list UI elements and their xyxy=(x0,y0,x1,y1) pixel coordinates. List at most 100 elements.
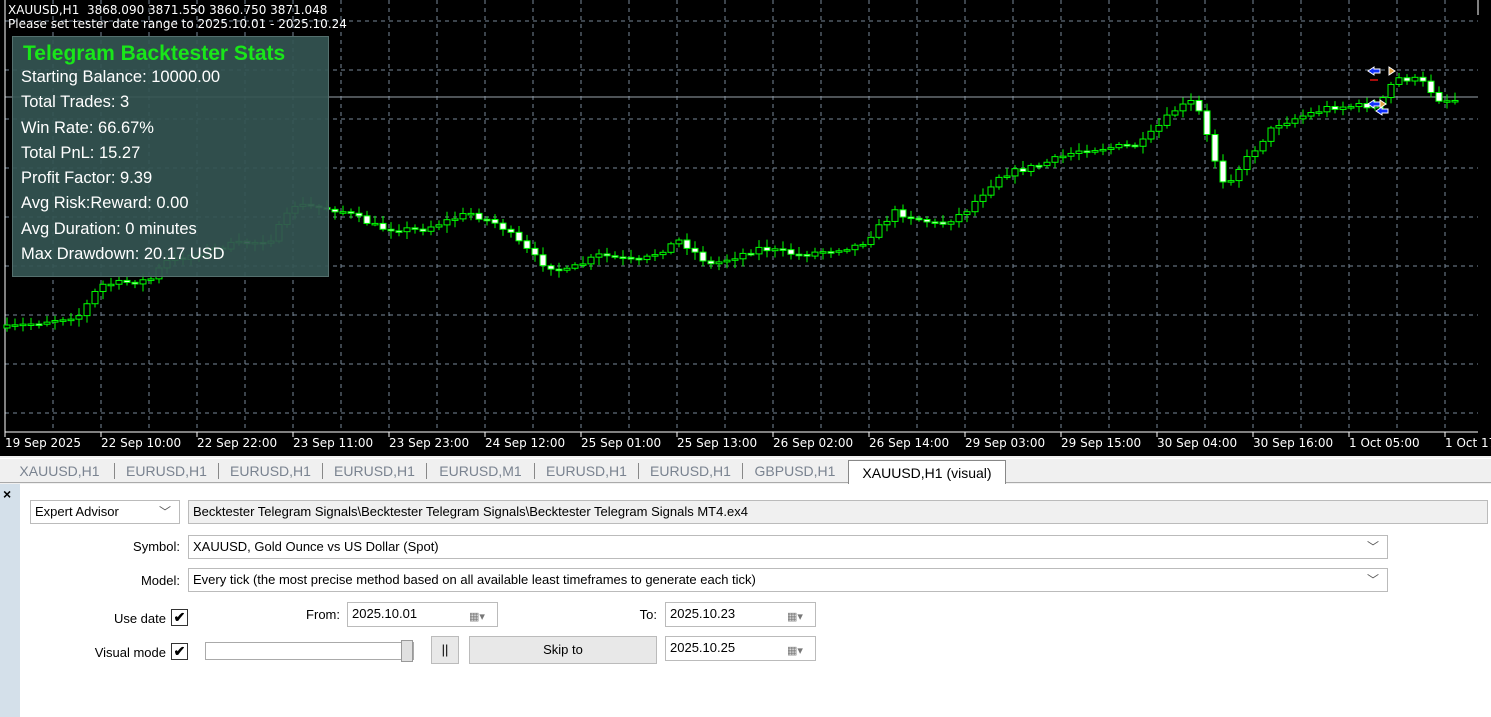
pause-button[interactable]: || xyxy=(431,636,459,664)
candle-body xyxy=(795,253,803,257)
candle-body xyxy=(1387,83,1395,99)
use-date-label: Use date xyxy=(113,611,166,626)
candle-body xyxy=(1259,140,1267,152)
candle-body xyxy=(1315,111,1323,114)
candle-body xyxy=(379,222,387,230)
chart-tabs: XAUUSD,H1 EURUSD,H1 EURUSD,H1 EURUSD,H1 … xyxy=(0,458,1491,484)
calendar-icon[interactable]: ▦▾ xyxy=(469,606,491,623)
candle-body xyxy=(1411,76,1419,82)
tab-eurusd-h1[interactable]: EURUSD,H1 xyxy=(219,463,323,479)
candle-body xyxy=(555,268,563,272)
speed-slider[interactable] xyxy=(205,640,414,662)
tab-gbpusd-h1[interactable]: GBPUSD,H1 xyxy=(743,459,847,483)
candle-body xyxy=(979,194,987,202)
candle-body xyxy=(915,217,923,221)
candle-body xyxy=(731,258,739,261)
tab-eurusd-m1[interactable]: EURUSD,M1 xyxy=(427,463,535,479)
speed-slider-thumb[interactable] xyxy=(401,640,413,662)
stat-total-trades: Total Trades: 3 xyxy=(21,93,130,112)
candle-body xyxy=(387,228,395,232)
candle-body xyxy=(755,246,763,255)
candle-body xyxy=(1443,100,1451,103)
candle-body xyxy=(1163,114,1171,126)
candle-body xyxy=(331,208,339,213)
use-date-checkbox[interactable]: ✔ xyxy=(171,609,188,626)
stat-profit-factor: Profit Factor: 9.39 xyxy=(21,169,153,188)
tab-xauusd-h1-visual[interactable]: XAUUSD,H1 (visual) xyxy=(848,460,1006,484)
candle-body xyxy=(539,254,547,267)
candle-body xyxy=(1283,122,1291,127)
candle-body xyxy=(1419,76,1427,82)
x-axis-label: 22 Sep 22:00 xyxy=(197,436,278,450)
candle-body xyxy=(699,251,707,262)
candle-body xyxy=(139,279,147,285)
candle-body xyxy=(1227,180,1235,183)
calendar-icon[interactable]: ▦▾ xyxy=(787,606,809,623)
tab-eurusd-h1[interactable]: EURUSD,H1 xyxy=(323,463,427,479)
candle-body xyxy=(779,248,787,251)
skip-to-button[interactable]: Skip to xyxy=(469,636,657,664)
to-date-picker[interactable]: 2025.10.23 ▦▾ xyxy=(665,602,816,627)
candle-body xyxy=(763,246,771,252)
ohlc-readout: XAUUSD,H1 3868.090 3871.550 3860.750 387… xyxy=(8,3,328,17)
candle-body xyxy=(1435,92,1443,102)
candle-body xyxy=(3,324,11,329)
candle-body xyxy=(923,219,931,223)
x-axis-label: 23 Sep 23:00 xyxy=(389,436,470,450)
candle-body xyxy=(83,303,91,317)
candle-body xyxy=(1299,115,1307,120)
from-date-picker[interactable]: 2025.10.01 ▦▾ xyxy=(347,602,498,627)
price-chart[interactable]: XAUUSD,H1 3868.090 3871.550 3860.750 387… xyxy=(0,0,1491,456)
candle-body xyxy=(1035,164,1043,168)
candle-body xyxy=(851,244,859,251)
candle-body xyxy=(1347,106,1355,109)
tab-eurusd-h1[interactable]: EURUSD,H1 xyxy=(115,463,219,479)
tab-eurusd-h1[interactable]: EURUSD,H1 xyxy=(639,463,743,479)
candle-body xyxy=(955,214,963,223)
candle-body xyxy=(1147,130,1155,140)
candle-body xyxy=(1275,125,1283,129)
candle-body xyxy=(587,256,595,265)
candle-body xyxy=(939,221,947,225)
candle-body xyxy=(971,200,979,213)
candle-body xyxy=(651,254,659,257)
skip-date-picker[interactable]: 2025.10.25 ▦▾ xyxy=(665,636,816,661)
x-axis-label: 19 Sep 2025 xyxy=(5,436,82,450)
tab-xauusd-h1[interactable]: XAUUSD,H1 xyxy=(5,463,115,479)
candle-body xyxy=(675,239,683,245)
candle-body xyxy=(1123,143,1131,147)
candle-body xyxy=(1011,168,1019,177)
candle-body xyxy=(435,224,443,228)
from-date-value: 2025.10.01 xyxy=(352,606,418,621)
candle-body xyxy=(51,320,59,323)
chevron-down-icon: ﹀ xyxy=(1366,573,1379,587)
candle-body xyxy=(67,318,75,322)
candle-body xyxy=(427,226,435,232)
tab-eurusd-h1[interactable]: EURUSD,H1 xyxy=(535,463,639,479)
x-axis-label: 29 Sep 15:00 xyxy=(1061,436,1142,450)
candle-body xyxy=(91,290,99,305)
candle-body xyxy=(515,231,523,242)
tester-type-select[interactable]: Expert Advisor ﹀ xyxy=(30,500,180,524)
candle-body xyxy=(683,239,691,249)
x-axis-label: 1 Oct 05:00 xyxy=(1349,436,1420,450)
candle-body xyxy=(883,220,891,226)
candle-body xyxy=(899,209,907,218)
model-select[interactable]: Every tick (the most precise method base… xyxy=(188,568,1388,592)
candle-body xyxy=(603,253,611,257)
candle-body xyxy=(451,218,459,221)
candle-body xyxy=(403,227,411,233)
candle-body xyxy=(1099,148,1107,152)
expert-path-field[interactable]: Becktester Telegram Signals\Becktester T… xyxy=(188,500,1488,524)
symbol-select[interactable]: XAUUSD, Gold Ounce vs US Dollar (Spot) ﹀ xyxy=(188,535,1388,559)
candle-body xyxy=(1339,106,1347,110)
x-axis-label: 23 Sep 11:00 xyxy=(293,436,374,450)
close-icon[interactable]: × xyxy=(3,486,11,502)
chevron-down-icon: ﹀ xyxy=(1366,540,1379,554)
candle-body xyxy=(467,212,475,216)
stat-win-rate: Win Rate: 66.67% xyxy=(21,118,154,137)
candle-body xyxy=(891,209,899,222)
visual-mode-checkbox[interactable]: ✔ xyxy=(171,643,188,660)
strategy-tester-panel: × Expert Advisor ﹀ Becktester Telegram Si… xyxy=(0,484,1491,717)
calendar-icon[interactable]: ▦▾ xyxy=(787,640,809,657)
